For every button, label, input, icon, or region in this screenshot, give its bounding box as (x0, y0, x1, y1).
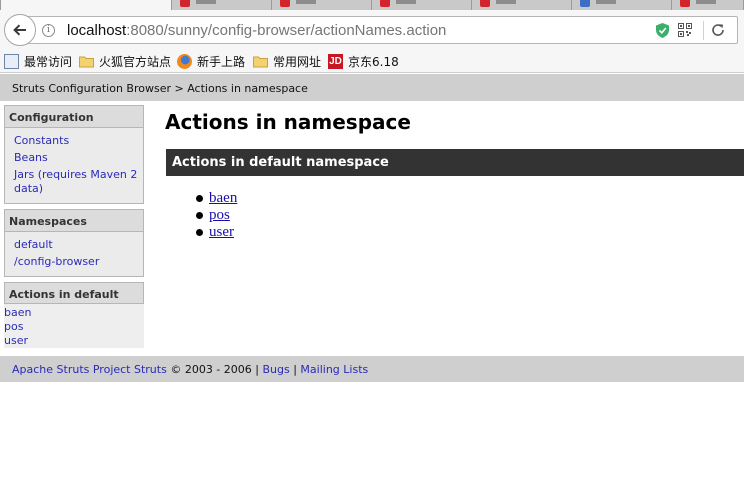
page-title: Actions in namespace (165, 110, 411, 134)
sidebar-link-action-baen[interactable]: baen (4, 306, 144, 320)
tab-6[interactable] (572, 0, 672, 10)
url-bar[interactable]: i localhost:8080/sunny/config-browser/ac… (22, 16, 738, 44)
actions-heading: Actions in default (4, 282, 144, 304)
sidebar-link-constants[interactable]: Constants (14, 132, 143, 149)
actions-menu: Actions in default baen pos user (4, 282, 144, 348)
sidebar-link-namespace-default[interactable]: default (14, 236, 143, 253)
footer-project-link[interactable]: Apache Struts Project Struts (12, 363, 167, 376)
bookmark-label: 新手上路 (197, 54, 246, 69)
sidebar-link-jars[interactable]: Jars (requires Maven 2 data) (14, 166, 143, 197)
footer-copyright: © 2003 - 2006 | (166, 363, 263, 376)
bookmark-label: 常用网址 (273, 54, 322, 69)
tab-favicon-icon (580, 0, 590, 7)
qr-code-icon[interactable] (678, 23, 692, 37)
tab-strip (0, 0, 744, 10)
configuration-menu: Configuration Constants Beans Jars (requ… (4, 105, 144, 204)
tab-4[interactable] (372, 0, 472, 10)
configuration-heading: Configuration (5, 106, 143, 128)
tab-active[interactable] (0, 0, 172, 10)
site-info-icon[interactable]: i (42, 24, 55, 37)
folder-icon (79, 56, 94, 67)
bookmarks-toolbar: 最常访问 火狐官方站点 新手上路 常用网址 JD 京东6.18 (0, 50, 744, 73)
action-link-baen[interactable]: baen (209, 190, 237, 206)
page-icon (4, 53, 19, 69)
footer-separator: | (289, 363, 301, 376)
bookmark-label: 火狐官方站点 (99, 54, 172, 69)
jd-icon: JD (328, 53, 343, 69)
action-list: baen pos user (192, 190, 744, 241)
breadcrumb: Struts Configuration Browser > Actions i… (0, 74, 744, 101)
list-item: pos (192, 207, 744, 224)
url-path: :8080/sunny/config-browser/actionNames.a… (126, 22, 447, 39)
back-button[interactable] (4, 14, 36, 46)
sidebar: Configuration Constants Beans Jars (requ… (4, 105, 144, 348)
navigation-bar: i localhost:8080/sunny/config-browser/ac… (0, 10, 744, 50)
bookmark-most-visited[interactable]: 最常访问 (4, 53, 72, 69)
list-item: baen (192, 190, 744, 207)
reload-icon[interactable] (710, 22, 726, 38)
bookmark-common-sites[interactable]: 常用网址 (253, 53, 321, 69)
sidebar-link-action-pos[interactable]: pos (4, 320, 144, 334)
breadcrumb-text: Struts Configuration Browser > Actions i… (12, 82, 308, 95)
footer-bugs-link[interactable]: Bugs (262, 363, 289, 376)
tab-5[interactable] (472, 0, 572, 10)
namespaces-menu: Namespaces default /config-browser (4, 209, 144, 277)
tab-favicon-icon (680, 0, 690, 7)
sidebar-link-beans[interactable]: Beans (14, 149, 143, 166)
list-item: user (192, 224, 744, 241)
namespaces-heading: Namespaces (5, 210, 143, 232)
tab-3[interactable] (272, 0, 372, 10)
bookmark-label: 京东6.18 (348, 54, 399, 69)
url-text[interactable]: localhost:8080/sunny/config-browser/acti… (67, 22, 446, 39)
sidebar-link-namespace-config-browser[interactable]: /config-browser (14, 253, 143, 270)
footer-mailing-lists-link[interactable]: Mailing Lists (300, 363, 368, 376)
bookmark-jd[interactable]: JD 京东6.18 (328, 53, 399, 69)
firefox-icon (177, 53, 192, 69)
bookmark-firefox-site[interactable]: 火狐官方站点 (79, 53, 171, 69)
url-host: localhost (67, 22, 127, 39)
tab-favicon-icon (280, 0, 290, 7)
tab-2[interactable] (172, 0, 272, 10)
bookmark-getting-started[interactable]: 新手上路 (177, 53, 245, 69)
back-arrow-icon (13, 24, 26, 36)
folder-icon (253, 56, 268, 67)
section-header: Actions in default namespace (166, 149, 744, 176)
tab-favicon-icon (180, 0, 190, 7)
action-link-pos[interactable]: pos (209, 207, 230, 223)
tab-favicon-icon (380, 0, 390, 7)
tab-favicon-icon (480, 0, 490, 7)
action-link-user[interactable]: user (209, 224, 234, 240)
bookmark-label: 最常访问 (24, 54, 73, 69)
main-content: Actions in namespace Actions in default … (164, 110, 744, 241)
sidebar-link-action-user[interactable]: user (4, 334, 144, 348)
tab-7[interactable] (672, 0, 744, 10)
shield-icon[interactable] (656, 23, 669, 38)
footer: Apache Struts Project Struts © 2003 - 20… (0, 356, 744, 382)
